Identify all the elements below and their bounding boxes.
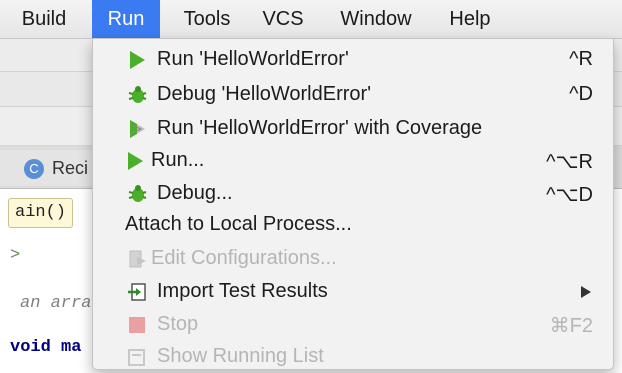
menu-item-run-config[interactable]: Run 'HelloWorldError' ^R (93, 43, 613, 76)
menu-help[interactable]: Help (440, 0, 500, 38)
menu-item-shortcut: ^R (569, 48, 593, 70)
menu-item-debug-config[interactable]: Debug 'HelloWorldError' ^D (93, 78, 613, 111)
gutter-marker: > (10, 246, 21, 265)
menu-tools[interactable]: Tools (176, 0, 238, 38)
run-play-icon (130, 51, 145, 69)
menu-item-label: Attach to Local Process... (125, 213, 352, 235)
menu-item-attach-process[interactable]: Attach to Local Process... (93, 208, 613, 241)
edit-config-icon (129, 250, 146, 268)
run-menu-dropdown: Run 'HelloWorldError' ^R Debug 'HelloWor… (92, 38, 614, 370)
stop-icon (129, 317, 145, 333)
submenu-arrow-icon (581, 286, 591, 298)
method-breadcrumb[interactable]: ain() (8, 198, 74, 228)
editor-tab-label: Reci (52, 158, 89, 178)
menu-item-label: Run 'HelloWorldError' (157, 48, 349, 70)
menu-item-stop[interactable]: Stop ⌘F2 (93, 308, 613, 341)
menu-window[interactable]: Window (330, 0, 422, 38)
menu-item-label: Run 'HelloWorldError' with Coverage (157, 117, 483, 139)
import-icon (128, 283, 146, 301)
class-icon: C (24, 159, 44, 179)
run-play-icon (128, 152, 143, 170)
menu-build[interactable]: Build (0, 0, 88, 38)
menu-run[interactable]: Run (92, 0, 160, 38)
editor-tab[interactable]: C Reci (0, 150, 94, 186)
menu-item-shortcut: ^⌥D (546, 184, 593, 206)
menu-item-label: Edit Configurations... (151, 247, 337, 269)
menu-item-label: Run... (151, 149, 205, 171)
menu-item-debug-dialog[interactable]: Debug... ^⌥D (93, 177, 613, 210)
code-comment: an arra (20, 294, 92, 313)
menu-item-run-dialog[interactable]: Run... ^⌥R (93, 144, 613, 177)
menu-item-show-running-list[interactable]: Show Running List (93, 340, 613, 373)
debug-bug-icon (128, 86, 147, 103)
menu-item-edit-configurations[interactable]: Edit Configurations... (93, 242, 613, 275)
debug-bug-icon (128, 185, 147, 202)
menu-item-label: Import Test Results (157, 280, 328, 302)
menu-vcs[interactable]: VCS (254, 0, 312, 38)
menu-item-import-test-results[interactable]: Import Test Results (93, 275, 613, 308)
code-line: void ma (10, 338, 82, 357)
coverage-icon (130, 120, 145, 138)
menu-bar: Build Run Tools VCS Window Help (0, 0, 622, 39)
list-icon (128, 349, 145, 366)
menu-item-label: Debug 'HelloWorldError' (157, 83, 372, 105)
menu-item-shortcut: ⌘F2 (549, 315, 593, 337)
menu-item-shortcut: ^⌥R (546, 151, 593, 173)
menu-item-shortcut: ^D (569, 83, 593, 105)
menu-item-run-coverage[interactable]: Run 'HelloWorldError' with Coverage (93, 112, 613, 145)
menu-item-label: Stop (157, 313, 199, 335)
menu-item-label: Show Running List (157, 345, 324, 367)
menu-item-label: Debug... (157, 182, 233, 204)
